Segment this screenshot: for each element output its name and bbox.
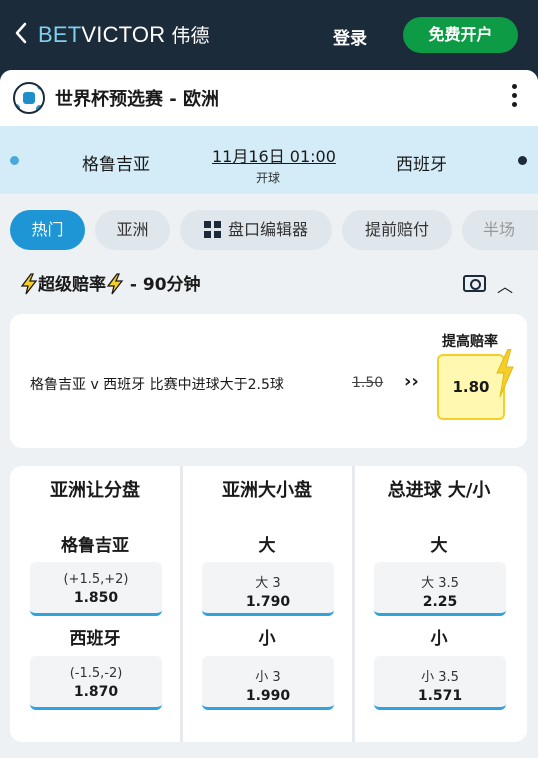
away-team: 西班牙 (396, 155, 447, 175)
odds-line: (+1.5,+2) (63, 572, 129, 587)
markets-card: 亚洲让分盘 格鲁吉亚 (+1.5,+2) 1.850 西班牙 (-1.5,-2) 1… (10, 466, 527, 742)
tab-half-time[interactable]: 半场 (462, 210, 538, 250)
register-button[interactable]: 免费开户 (403, 17, 518, 53)
away-color-dot (518, 156, 527, 165)
home-color-dot (10, 156, 19, 165)
selection-label: 小 (258, 629, 276, 649)
tab-bet-builder[interactable]: 盘口编辑器 (180, 210, 332, 250)
lightning-icon (20, 273, 38, 295)
odds-line: (-1.5,-2) (69, 666, 123, 681)
home-team: 格鲁吉亚 (82, 155, 150, 175)
market-total-goals: 总进球 大/小 大 大 3.5 2.25 小 小 3.5 1.571 (354, 466, 524, 742)
selection-label: 小 (430, 629, 448, 649)
login-button[interactable]: 登录 (333, 24, 367, 49)
odds-value: 1.571 (417, 688, 463, 704)
selection-label: 西班牙 (69, 629, 121, 649)
lightning-icon (496, 349, 514, 397)
odds-line: 小 3.5 (421, 670, 459, 685)
tab-early-payout[interactable]: 提前赔付 (342, 210, 452, 250)
boost-card: 提高赔率 格鲁吉亚 v 西班牙 比赛中进球大于2.5球 1.50 ›› 1.80 (10, 314, 527, 448)
main-panel: 世界杯预选赛 - 欧洲 格鲁吉亚 11月16日 01:00 开球 西班牙 热门 … (0, 70, 538, 758)
odds-button[interactable]: 大 3.5 2.25 (374, 562, 506, 616)
logo-bet: BET (38, 22, 82, 47)
arrows-icon: ›› (404, 371, 419, 392)
selection-label: 大 (258, 536, 276, 556)
boost-description: 格鲁吉亚 v 西班牙 比赛中进球大于2.5球 (30, 377, 284, 393)
odds-value: 1.850 (73, 590, 119, 606)
market-title: 亚洲大小盘 (222, 480, 312, 501)
match-datetime: 11月16日 01:00 (212, 147, 336, 166)
tab-bet-builder-label: 盘口编辑器 (227, 220, 308, 239)
boost-label: 提高赔率 (442, 334, 498, 350)
lightning-icon (106, 273, 124, 295)
selection-label: 格鲁吉亚 (61, 536, 129, 556)
odds-value: 1.990 (245, 688, 291, 704)
market-title: 总进球 大/小 (387, 480, 491, 501)
top-bar: BETVICTOR 伟德 登录 免费开户 (0, 0, 538, 70)
odds-line: 小 3 (255, 670, 281, 685)
odds-button[interactable]: (+1.5,+2) 1.850 (30, 562, 162, 616)
market-title: 亚洲让分盘 (50, 480, 140, 501)
fixture-bar: 格鲁吉亚 11月16日 01:00 开球 西班牙 (0, 126, 538, 194)
super-odds-title: 超级赔率 (38, 275, 106, 295)
old-odds: 1.50 (352, 375, 384, 391)
market-asian-total: 亚洲大小盘 大 大 3 1.790 小 小 3 1.990 (182, 466, 352, 742)
super-odds-header: 超级赔率 - 90分钟 (20, 270, 201, 295)
odds-line: 大 3 (255, 576, 281, 591)
tab-asian[interactable]: 亚洲 (95, 210, 170, 250)
competition-title: 世界杯预选赛 - 欧洲 (55, 89, 220, 110)
logo-victor: VICTOR (81, 22, 166, 47)
brand-logo[interactable]: BETVICTOR 伟德 (38, 22, 210, 48)
odds-value: 1.790 (245, 594, 291, 610)
cash-out-icon (463, 275, 486, 292)
odds-button[interactable]: 大 3 1.790 (202, 562, 334, 616)
competition-header: 世界杯预选赛 - 欧洲 (0, 70, 538, 126)
logo-cn: 伟德 (171, 25, 210, 47)
collapse-chevron-icon[interactable]: ︿ (497, 273, 513, 297)
kickoff-label: 开球 (256, 171, 281, 185)
grid-icon (203, 221, 221, 238)
odds-button[interactable]: 小 3.5 1.571 (374, 656, 506, 710)
odds-button[interactable]: 小 3 1.990 (202, 656, 334, 710)
odds-value: 2.25 (422, 594, 458, 610)
market-asian-handicap: 亚洲让分盘 格鲁吉亚 (+1.5,+2) 1.850 西班牙 (-1.5,-2) 1… (10, 466, 180, 742)
super-odds-suffix: - 90分钟 (124, 275, 201, 295)
back-arrow-icon[interactable] (14, 22, 36, 48)
odds-line: 大 3.5 (421, 576, 459, 591)
odds-value: 1.870 (73, 684, 119, 700)
odds-button[interactable]: (-1.5,-2) 1.870 (30, 656, 162, 710)
selection-label: 大 (430, 536, 448, 556)
market-tabs: 热门 亚洲 盘口编辑器 提前赔付 半场 (10, 210, 538, 250)
more-options-icon[interactable] (507, 84, 521, 112)
tab-popular[interactable]: 热门 (10, 210, 85, 250)
football-icon (13, 82, 45, 114)
